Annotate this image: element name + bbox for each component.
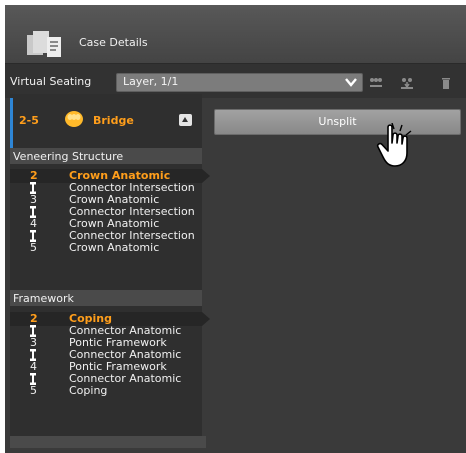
veneering-structure-header[interactable]: Veneering Structure	[10, 148, 202, 164]
hand-cursor-icon	[376, 123, 412, 167]
header-title: Case Details	[79, 36, 148, 49]
framework-header[interactable]: Framework	[10, 290, 202, 306]
tooth-number: 4	[30, 360, 37, 373]
case-details-icon	[27, 31, 61, 57]
tooth-number: 2	[30, 169, 38, 182]
framework-title: Framework	[13, 292, 74, 305]
tooth-number: 3	[30, 336, 37, 349]
connector-icon[interactable]	[369, 77, 383, 89]
veneering-structure-list: 2 Crown Anatomic Connector Intersection …	[10, 169, 210, 254]
tooth-number: 4	[30, 217, 37, 230]
download-teeth-icon[interactable]	[400, 77, 414, 89]
case-details-header: Case Details	[5, 5, 466, 64]
list-item[interactable]: Connector Anatomic	[10, 373, 210, 385]
unsplit-button[interactable]: Unsplit	[214, 109, 461, 135]
framework-list: 2 Coping Connector Anatomic 3 Pontic Fra…	[10, 312, 210, 397]
layer-select[interactable]: Layer, 1/1	[116, 73, 363, 92]
bridge-row[interactable]: 2-5 Bridge	[10, 98, 202, 148]
bridge-label: Bridge	[93, 114, 134, 127]
item-name: Coping	[69, 384, 108, 397]
tooth-number: 5	[30, 241, 37, 254]
tooth-number: 3	[30, 193, 37, 206]
veneering-structure-title: Veneering Structure	[13, 150, 124, 163]
item-name: Crown Anatomic	[69, 241, 160, 254]
selection-indicator	[10, 98, 13, 148]
bridge-tooth-icon	[65, 111, 83, 127]
tooth-number: 5	[30, 384, 37, 397]
chevron-down-icon[interactable]	[345, 77, 357, 87]
list-item[interactable]: 5 Coping	[10, 385, 210, 397]
layer-select-value: Layer, 1/1	[123, 75, 179, 88]
trash-icon[interactable]	[439, 77, 453, 89]
bottom-tab[interactable]	[10, 436, 206, 448]
bridge-range: 2-5	[19, 114, 39, 127]
collapse-button[interactable]	[179, 114, 192, 126]
tooth-number: 2	[30, 312, 38, 325]
virtual-seating-toolbar: Virtual Seating Layer, 1/1	[5, 64, 466, 98]
virtual-seating-label: Virtual Seating	[10, 75, 92, 88]
list-item[interactable]: 5 Crown Anatomic	[10, 242, 210, 254]
